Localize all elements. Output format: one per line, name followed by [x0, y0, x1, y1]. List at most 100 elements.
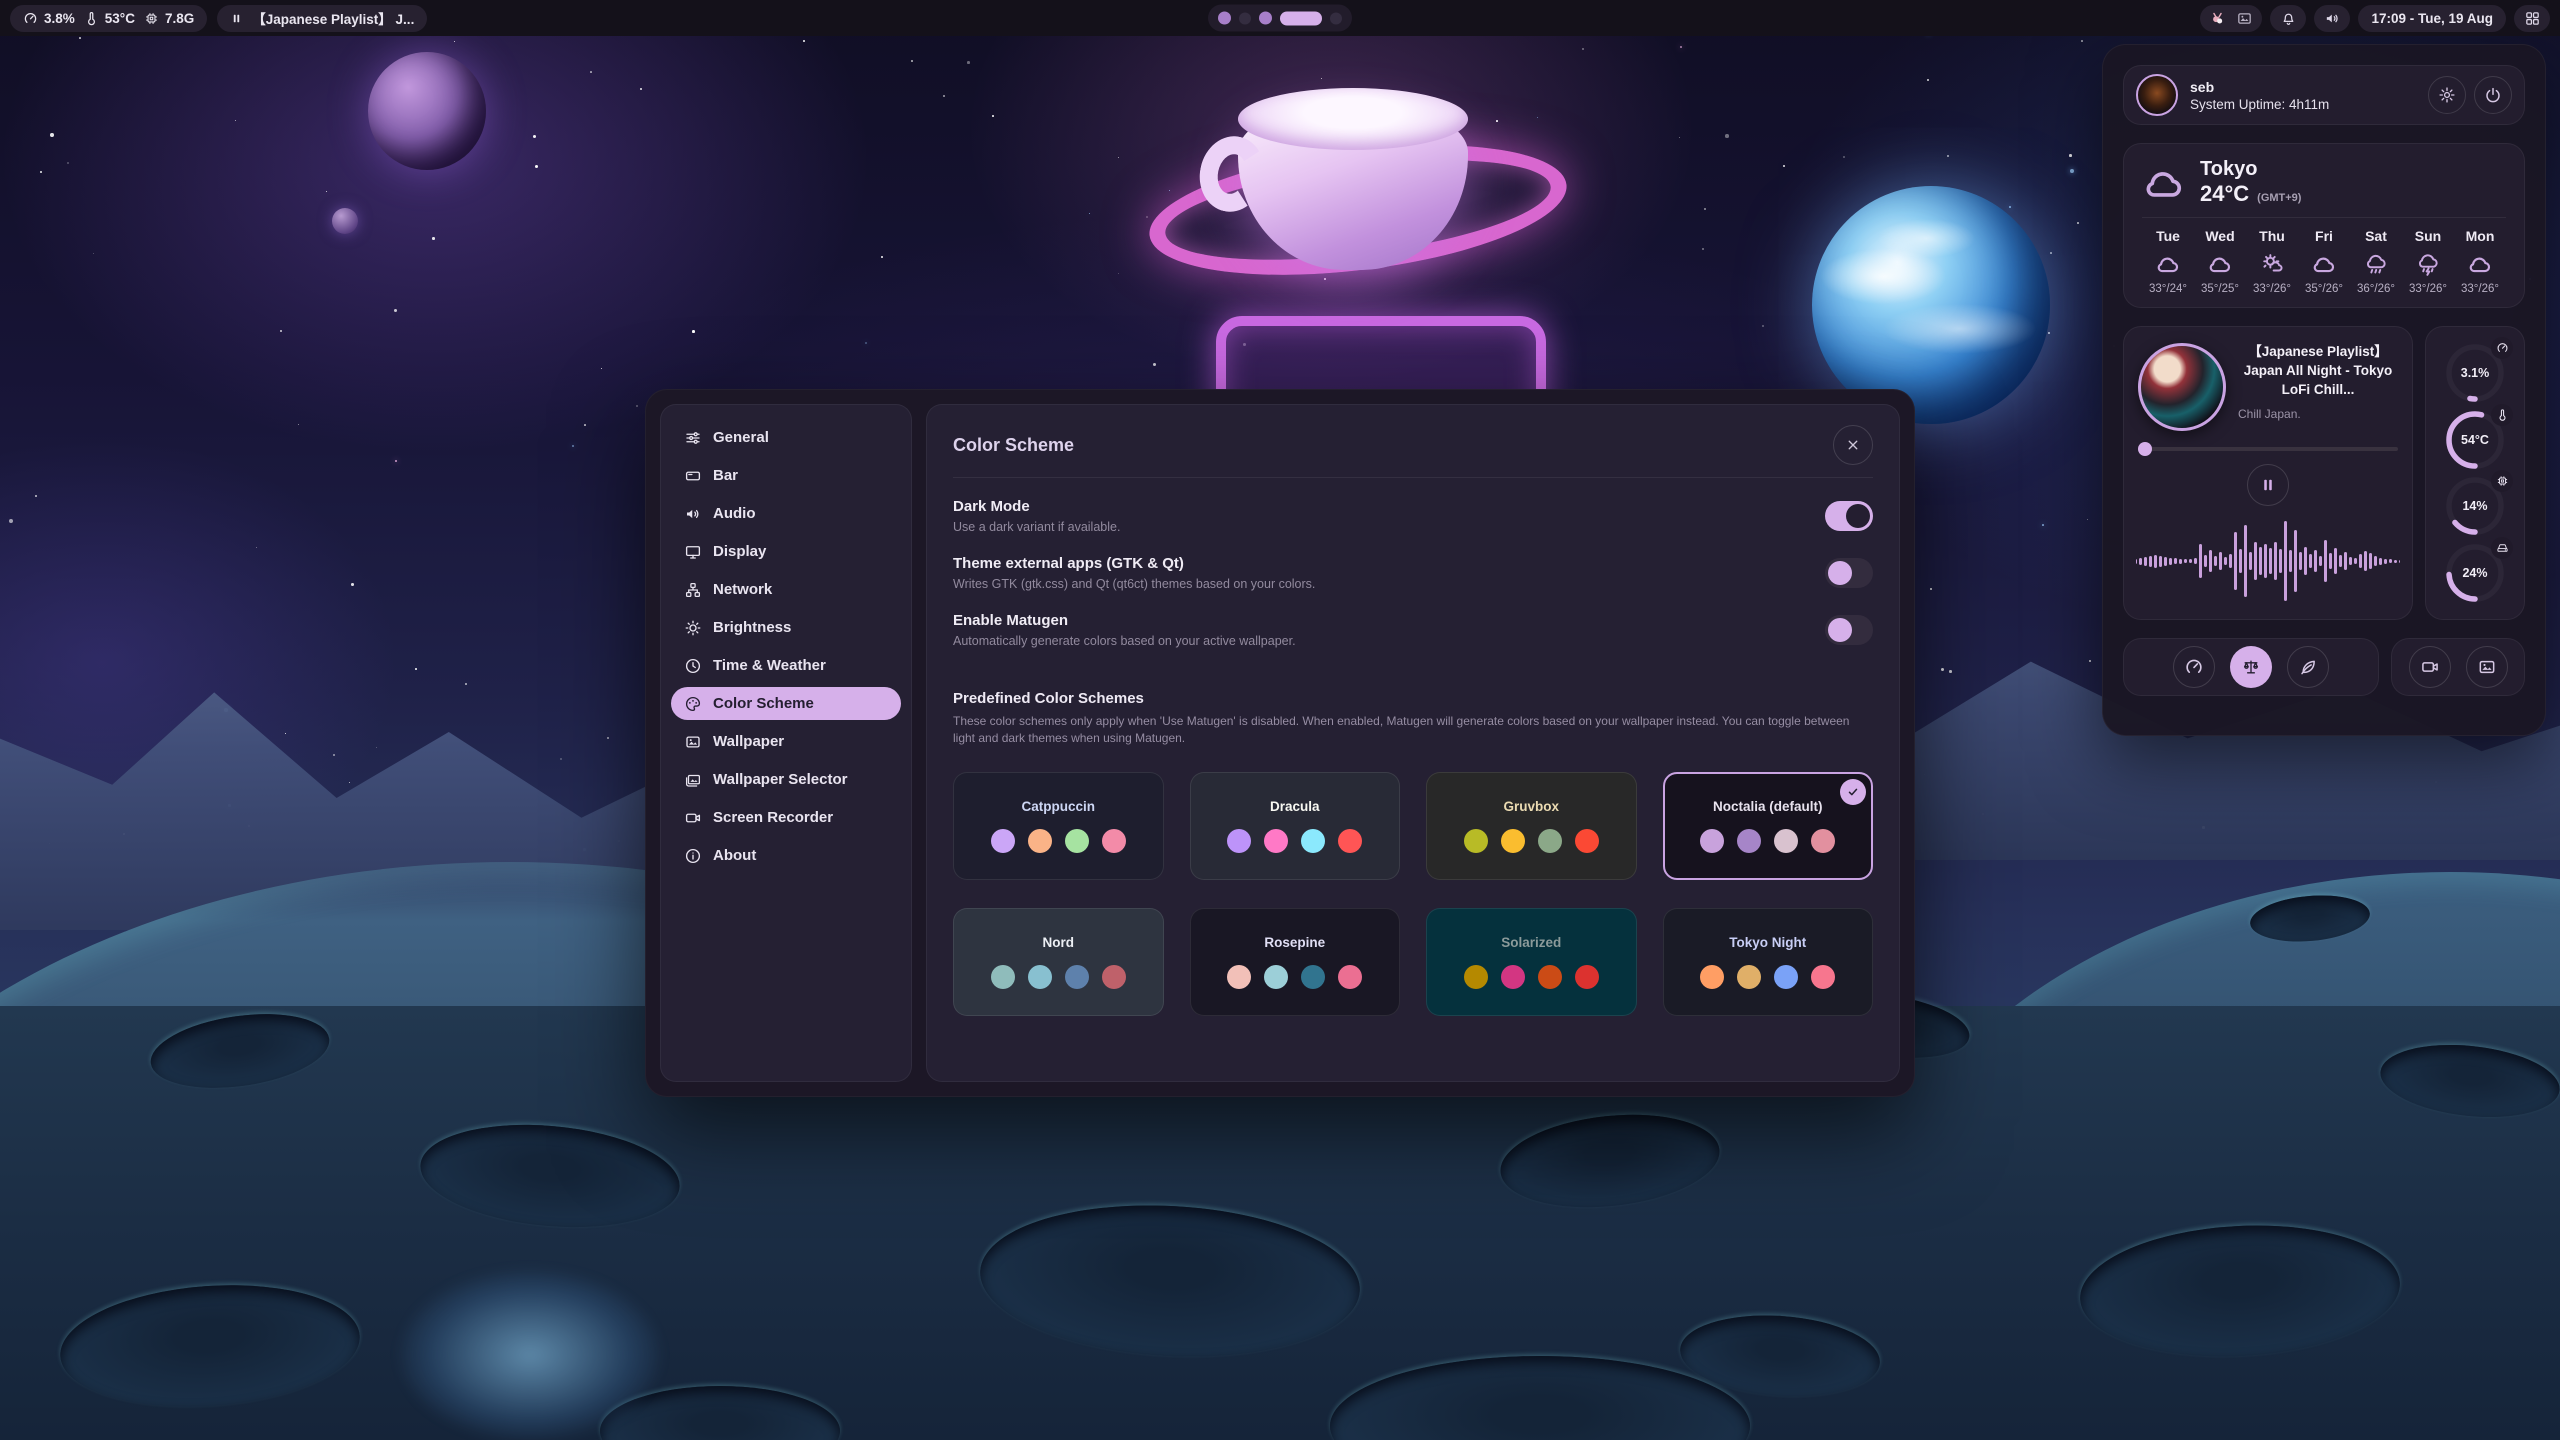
- sidebar-item-bar[interactable]: Bar: [671, 459, 901, 492]
- sidebar-item-wallpaper-selector[interactable]: Wallpaper Selector: [671, 763, 901, 796]
- sidebar-item-wallpaper[interactable]: Wallpaper: [671, 725, 901, 758]
- scheme-name: Nord: [1043, 935, 1075, 950]
- matugen-toggle[interactable]: [1825, 615, 1873, 645]
- storm-cloud-icon: [2415, 251, 2441, 277]
- system-tray[interactable]: [2200, 5, 2262, 32]
- workspace-dot-4[interactable]: [1280, 11, 1322, 25]
- sidebar-item-display[interactable]: Display: [671, 535, 901, 568]
- star: [2050, 252, 2052, 254]
- scheme-card-dracula[interactable]: Dracula: [1190, 772, 1401, 880]
- weather-header: Tokyo 24°C (GMT+9): [2142, 158, 2506, 207]
- color-swatch: [1264, 965, 1288, 989]
- notifications-button[interactable]: [2270, 5, 2306, 32]
- sidebar-item-label: Display: [713, 543, 766, 560]
- album-art: [2138, 343, 2226, 431]
- progress-handle[interactable]: [2138, 442, 2152, 456]
- volume-button[interactable]: [2314, 5, 2350, 32]
- forecast-day-thu: Thu33°/26°: [2246, 228, 2298, 295]
- star: [79, 37, 81, 39]
- wallpaper-selector-icon: [684, 771, 702, 789]
- tray-image-icon[interactable]: [2236, 10, 2253, 27]
- profile-balanced-button[interactable]: [2230, 646, 2272, 688]
- visualizer-bar: [2334, 548, 2337, 574]
- visualizer-bar: [2179, 559, 2182, 564]
- workspace-dot-5[interactable]: [1330, 12, 1342, 24]
- workspace-dot-1[interactable]: [1218, 12, 1231, 25]
- small-moon: [332, 208, 358, 234]
- system-stats-pill[interactable]: 3.8% 53°C 7.8G: [10, 5, 207, 32]
- scheme-card-noctalia-default[interactable]: Noctalia (default): [1663, 772, 1874, 880]
- visualizer-bar: [2284, 521, 2287, 601]
- dashboard-button[interactable]: [2514, 5, 2550, 32]
- visualizer-bar: [2299, 552, 2302, 570]
- blue-glow: [400, 1270, 660, 1440]
- visualizer-bar: [2399, 560, 2400, 563]
- wallpaper-button[interactable]: [2466, 646, 2508, 688]
- color-swatch: [1065, 965, 1089, 989]
- dark-mode-toggle[interactable]: [1825, 501, 1873, 531]
- display-icon: [684, 543, 702, 561]
- visualizer-bar: [2329, 553, 2332, 569]
- control-panel: seb System Uptime: 4h11m Tokyo 24°C (GMT…: [2102, 44, 2546, 736]
- scheme-card-solarized[interactable]: Solarized: [1426, 908, 1637, 1016]
- user-name: seb: [2190, 79, 2329, 95]
- visualizer-bar: [2254, 542, 2257, 580]
- bar-media-label: 【Japanese Playlist】 J...: [252, 8, 414, 28]
- weather-cloud-icon: [2142, 161, 2186, 205]
- scheme-card-gruvbox[interactable]: Gruvbox: [1426, 772, 1637, 880]
- power-button[interactable]: [2474, 76, 2512, 114]
- sidebar-item-time-weather[interactable]: Time & Weather: [671, 649, 901, 682]
- sidebar-item-general[interactable]: General: [671, 421, 901, 454]
- settings-dialog: General Bar Audio Display Network Brightness T…: [645, 389, 1915, 1097]
- color-swatch: [1338, 965, 1362, 989]
- scheme-card-nord[interactable]: Nord: [953, 908, 1164, 1016]
- star: [2069, 154, 2072, 157]
- sidebar-item-about[interactable]: About: [671, 839, 901, 872]
- sidebar-item-label: General: [713, 429, 769, 446]
- star: [93, 253, 94, 254]
- visualizer-bar: [2189, 559, 2192, 563]
- visualizer-bar: [2314, 550, 2317, 572]
- theme-external-toggle[interactable]: [1825, 558, 1873, 588]
- settings-button[interactable]: [2428, 76, 2466, 114]
- star: [1725, 134, 1729, 138]
- profile-performance-button[interactable]: [2173, 646, 2215, 688]
- workspace-dot-2[interactable]: [1239, 12, 1251, 24]
- power-icon: [2484, 86, 2502, 104]
- sidebar-item-color-scheme[interactable]: Color Scheme: [671, 687, 901, 720]
- scheme-card-catppuccin[interactable]: Catppuccin: [953, 772, 1164, 880]
- sidebar-item-brightness[interactable]: Brightness: [671, 611, 901, 644]
- play-pause-button[interactable]: [2247, 464, 2289, 506]
- profile-power-saver-button[interactable]: [2287, 646, 2329, 688]
- sidebar-item-screen-recorder[interactable]: Screen Recorder: [671, 801, 901, 834]
- media-progress-bar[interactable]: [2138, 447, 2398, 451]
- color-swatch: [1737, 829, 1761, 853]
- color-swatch: [991, 829, 1015, 853]
- forecast-day-wed: Wed35°/25°: [2194, 228, 2246, 295]
- workspace-dot-3[interactable]: [1259, 12, 1272, 25]
- toggle-row-matugen: Enable Matugen Automatically generate co…: [953, 612, 1873, 648]
- sidebar-item-network[interactable]: Network: [671, 573, 901, 606]
- cloud-icon: [2207, 251, 2233, 277]
- visualizer-bar: [2369, 553, 2372, 569]
- theme-external-description: Writes GTK (gtk.css) and Qt (qt6ct) them…: [953, 577, 1315, 591]
- sidebar-item-label: Time & Weather: [713, 657, 826, 674]
- clock-pill[interactable]: 17:09 - Tue, 19 Aug: [2358, 5, 2506, 32]
- close-button[interactable]: [1833, 425, 1873, 465]
- scheme-card-tokyo-night[interactable]: Tokyo Night: [1663, 908, 1874, 1016]
- visualizer-bar: [2194, 558, 2197, 564]
- sidebar-item-audio[interactable]: Audio: [671, 497, 901, 530]
- scheme-card-rosepine[interactable]: Rosepine: [1190, 908, 1401, 1016]
- workspace-indicator[interactable]: [1208, 5, 1352, 32]
- sidebar-item-label: Brightness: [713, 619, 791, 636]
- color-swatch: [1227, 965, 1251, 989]
- star: [9, 519, 13, 523]
- screen-recorder-button[interactable]: [2409, 646, 2451, 688]
- dark-mode-label: Dark Mode: [953, 498, 1120, 515]
- color-swatch: [1538, 965, 1562, 989]
- tray-app-icon[interactable]: [2209, 10, 2226, 27]
- clock-icon: [684, 657, 702, 675]
- user-actions: [2428, 76, 2512, 114]
- bar-media-pill[interactable]: 【Japanese Playlist】 J...: [217, 5, 427, 32]
- bar-rect-icon: [684, 467, 702, 485]
